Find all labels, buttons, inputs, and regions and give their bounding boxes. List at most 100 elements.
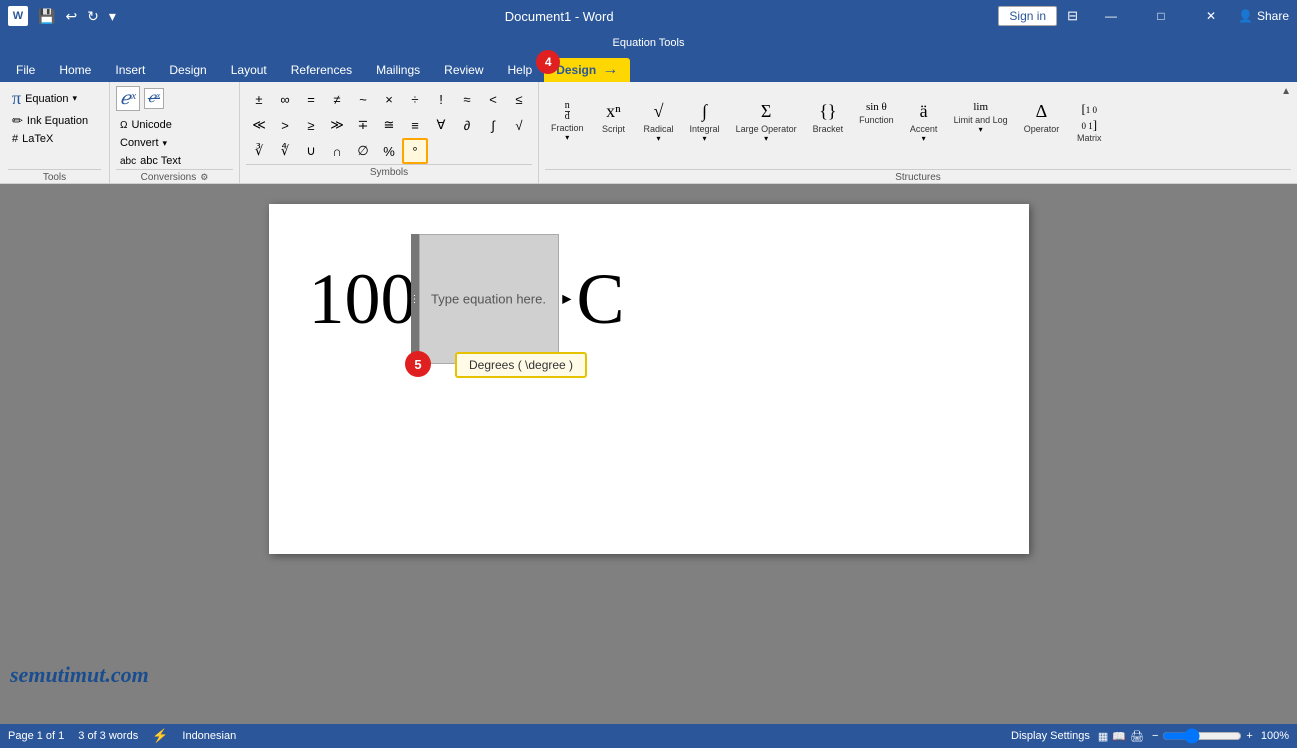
convert-btn[interactable]: Convert ▾ — [116, 135, 233, 151]
struct-btn-operator[interactable]: ΔOperator — [1018, 99, 1066, 145]
ink-equation-btn[interactable]: ✏ Ink Equation — [8, 111, 101, 131]
collapse-icon[interactable]: ▲ — [1281, 86, 1291, 97]
symbol-btn-14[interactable]: ≫ — [324, 112, 350, 138]
abc-text-btn[interactable]: abc abc Text — [116, 153, 233, 169]
structures-label: Structures — [545, 169, 1291, 183]
signin-button[interactable]: Sign in — [998, 6, 1057, 26]
language-label: Indonesian — [182, 730, 236, 742]
tab-home[interactable]: Home — [47, 58, 103, 82]
close-btn[interactable]: ✕ — [1188, 0, 1234, 32]
symbol-btn-2[interactable]: = — [298, 86, 324, 112]
latex-btn[interactable]: # LaTeX — [8, 131, 101, 147]
display-settings-btn[interactable]: Display Settings — [1011, 730, 1090, 742]
title-bar-right: Sign in ⊟ — □ ✕ 👤 Share — [998, 0, 1289, 32]
symbol-btn-15[interactable]: ∓ — [350, 112, 376, 138]
zoom-in-icon[interactable]: + — [1246, 730, 1252, 742]
tab-mailings[interactable]: Mailings — [364, 58, 432, 82]
symbol-btn-22[interactable]: ∛ — [246, 138, 272, 164]
struct-btn-matrix[interactable]: [1 00 1]Matrix — [1069, 99, 1109, 145]
struct-label-6: Function — [859, 115, 894, 125]
struct-btn-fraction[interactable]: ndFraction▾ — [545, 99, 590, 145]
equation-btn[interactable]: π Equation ▾ — [8, 86, 101, 111]
struct-dropdown-3: ▾ — [703, 134, 707, 143]
abc-text-label: abc Text — [140, 155, 181, 167]
design-tab-label: Design — [556, 63, 596, 77]
symbol-btn-26[interactable]: ∅ — [350, 138, 376, 164]
symbol-btn-6[interactable]: ÷ — [402, 86, 428, 112]
struct-btn-large-operator[interactable]: ΣLarge Operator▾ — [730, 99, 803, 145]
symbol-btn-17[interactable]: ≡ — [402, 112, 428, 138]
watermark: semutimut.com — [10, 662, 149, 688]
symbol-btn-27[interactable]: % — [376, 138, 402, 164]
drag-handle[interactable]: ⋮ — [411, 234, 419, 364]
struct-btn-limit-and-log[interactable]: limLimit and Log▾ — [948, 99, 1014, 145]
tab-insert[interactable]: Insert — [103, 58, 157, 82]
struct-btn-accent[interactable]: äAccent▾ — [904, 99, 944, 145]
tab-design-main[interactable]: Design — [157, 58, 218, 82]
redo-btn[interactable]: ↻ — [83, 6, 103, 27]
symbol-btn-12[interactable]: > — [272, 112, 298, 138]
symbol-btn-0[interactable]: ± — [246, 86, 272, 112]
symbol-btn-20[interactable]: ∫ — [480, 112, 506, 138]
struct-icon-5: {} — [819, 101, 836, 123]
status-bar: Page 1 of 1 3 of 3 words ⚡ Indonesian Di… — [0, 724, 1297, 748]
normal-view-icon[interactable]: ▦ — [1098, 730, 1108, 743]
save-btn[interactable]: 💾 — [34, 6, 59, 27]
symbol-btn-28[interactable]: ° — [402, 138, 428, 164]
zoom-range[interactable] — [1162, 728, 1242, 744]
struct-btn-function[interactable]: sin θFunction — [853, 99, 900, 145]
scroll-handle[interactable]: ▶ — [562, 292, 571, 307]
struct-label-2: Radical — [644, 124, 674, 134]
status-bar-left: Page 1 of 1 3 of 3 words ⚡ Indonesian — [8, 728, 236, 744]
latex-label: LaTeX — [22, 133, 53, 145]
symbol-btn-8[interactable]: ≈ — [454, 86, 480, 112]
symbol-btn-16[interactable]: ≅ — [376, 112, 402, 138]
symbol-btn-11[interactable]: ≪ — [246, 112, 272, 138]
struct-label-9: Operator — [1024, 124, 1060, 134]
share-btn[interactable]: 👤 Share — [1238, 9, 1289, 23]
symbol-btn-18[interactable]: ∀ — [428, 112, 454, 138]
symbol-btn-24[interactable]: ∪ — [298, 138, 324, 164]
struct-btn-script[interactable]: xⁿScript — [594, 99, 634, 145]
accessibility-icon: ⚡ — [152, 728, 168, 744]
tab-references[interactable]: References — [279, 58, 364, 82]
zoom-out-icon[interactable]: − — [1152, 730, 1158, 742]
symbol-btn-9[interactable]: < — [480, 86, 506, 112]
struct-btn-bracket[interactable]: {}Bracket — [807, 99, 850, 145]
zoom-slider[interactable]: − + — [1152, 728, 1253, 744]
unicode-label: Unicode — [131, 119, 171, 131]
print-view-icon[interactable]: 🖨 — [1130, 730, 1144, 743]
symbol-btn-1[interactable]: ∞ — [272, 86, 298, 112]
eq-placeholder-text: Type equation here. — [431, 292, 546, 307]
symbol-btn-21[interactable]: √ — [506, 112, 532, 138]
undo-btn[interactable]: ↩ — [61, 6, 81, 27]
symbol-btn-7[interactable]: ! — [428, 86, 454, 112]
struct-btn-radical[interactable]: √Radical▾ — [638, 99, 680, 145]
struct-icon-9: Δ — [1036, 101, 1048, 123]
equation-input-area[interactable]: Type equation here. ▶ — [419, 234, 559, 364]
symbol-btn-3[interactable]: ≠ — [324, 86, 350, 112]
unicode-btn[interactable]: Ω Unicode — [116, 117, 233, 133]
symbol-btn-23[interactable]: ∜ — [272, 138, 298, 164]
symbol-btn-10[interactable]: ≤ — [506, 86, 532, 112]
read-view-icon[interactable]: 📖 — [1112, 730, 1126, 743]
tab-review[interactable]: Review — [432, 58, 495, 82]
symbol-btn-4[interactable]: ~ — [350, 86, 376, 112]
tab-design-eq[interactable]: 4 Design → — [544, 58, 630, 82]
symbol-btn-19[interactable]: ∂ — [454, 112, 480, 138]
title-bar-left: W 💾 ↩ ↻ ▾ — [8, 6, 120, 27]
struct-label-0: Fraction — [551, 123, 584, 133]
struct-btn-integral[interactable]: ∫Integral▾ — [684, 99, 726, 145]
struct-dropdown-8: ▾ — [979, 125, 983, 134]
minimize-btn[interactable]: — — [1088, 0, 1134, 32]
equation-box[interactable]: ⋮ Type equation here. ▶ — [419, 234, 559, 364]
symbol-btn-5[interactable]: × — [376, 86, 402, 112]
ribbon-toggle-btn[interactable]: ⊟ — [1061, 8, 1084, 24]
tab-file[interactable]: File — [4, 58, 47, 82]
symbol-btn-13[interactable]: ≥ — [298, 112, 324, 138]
tab-layout[interactable]: Layout — [219, 58, 279, 82]
customize-btn[interactable]: ▾ — [105, 6, 120, 27]
symbol-btn-25[interactable]: ∩ — [324, 138, 350, 164]
unicode-icon: Ω — [120, 120, 127, 131]
maximize-btn[interactable]: □ — [1138, 0, 1184, 32]
